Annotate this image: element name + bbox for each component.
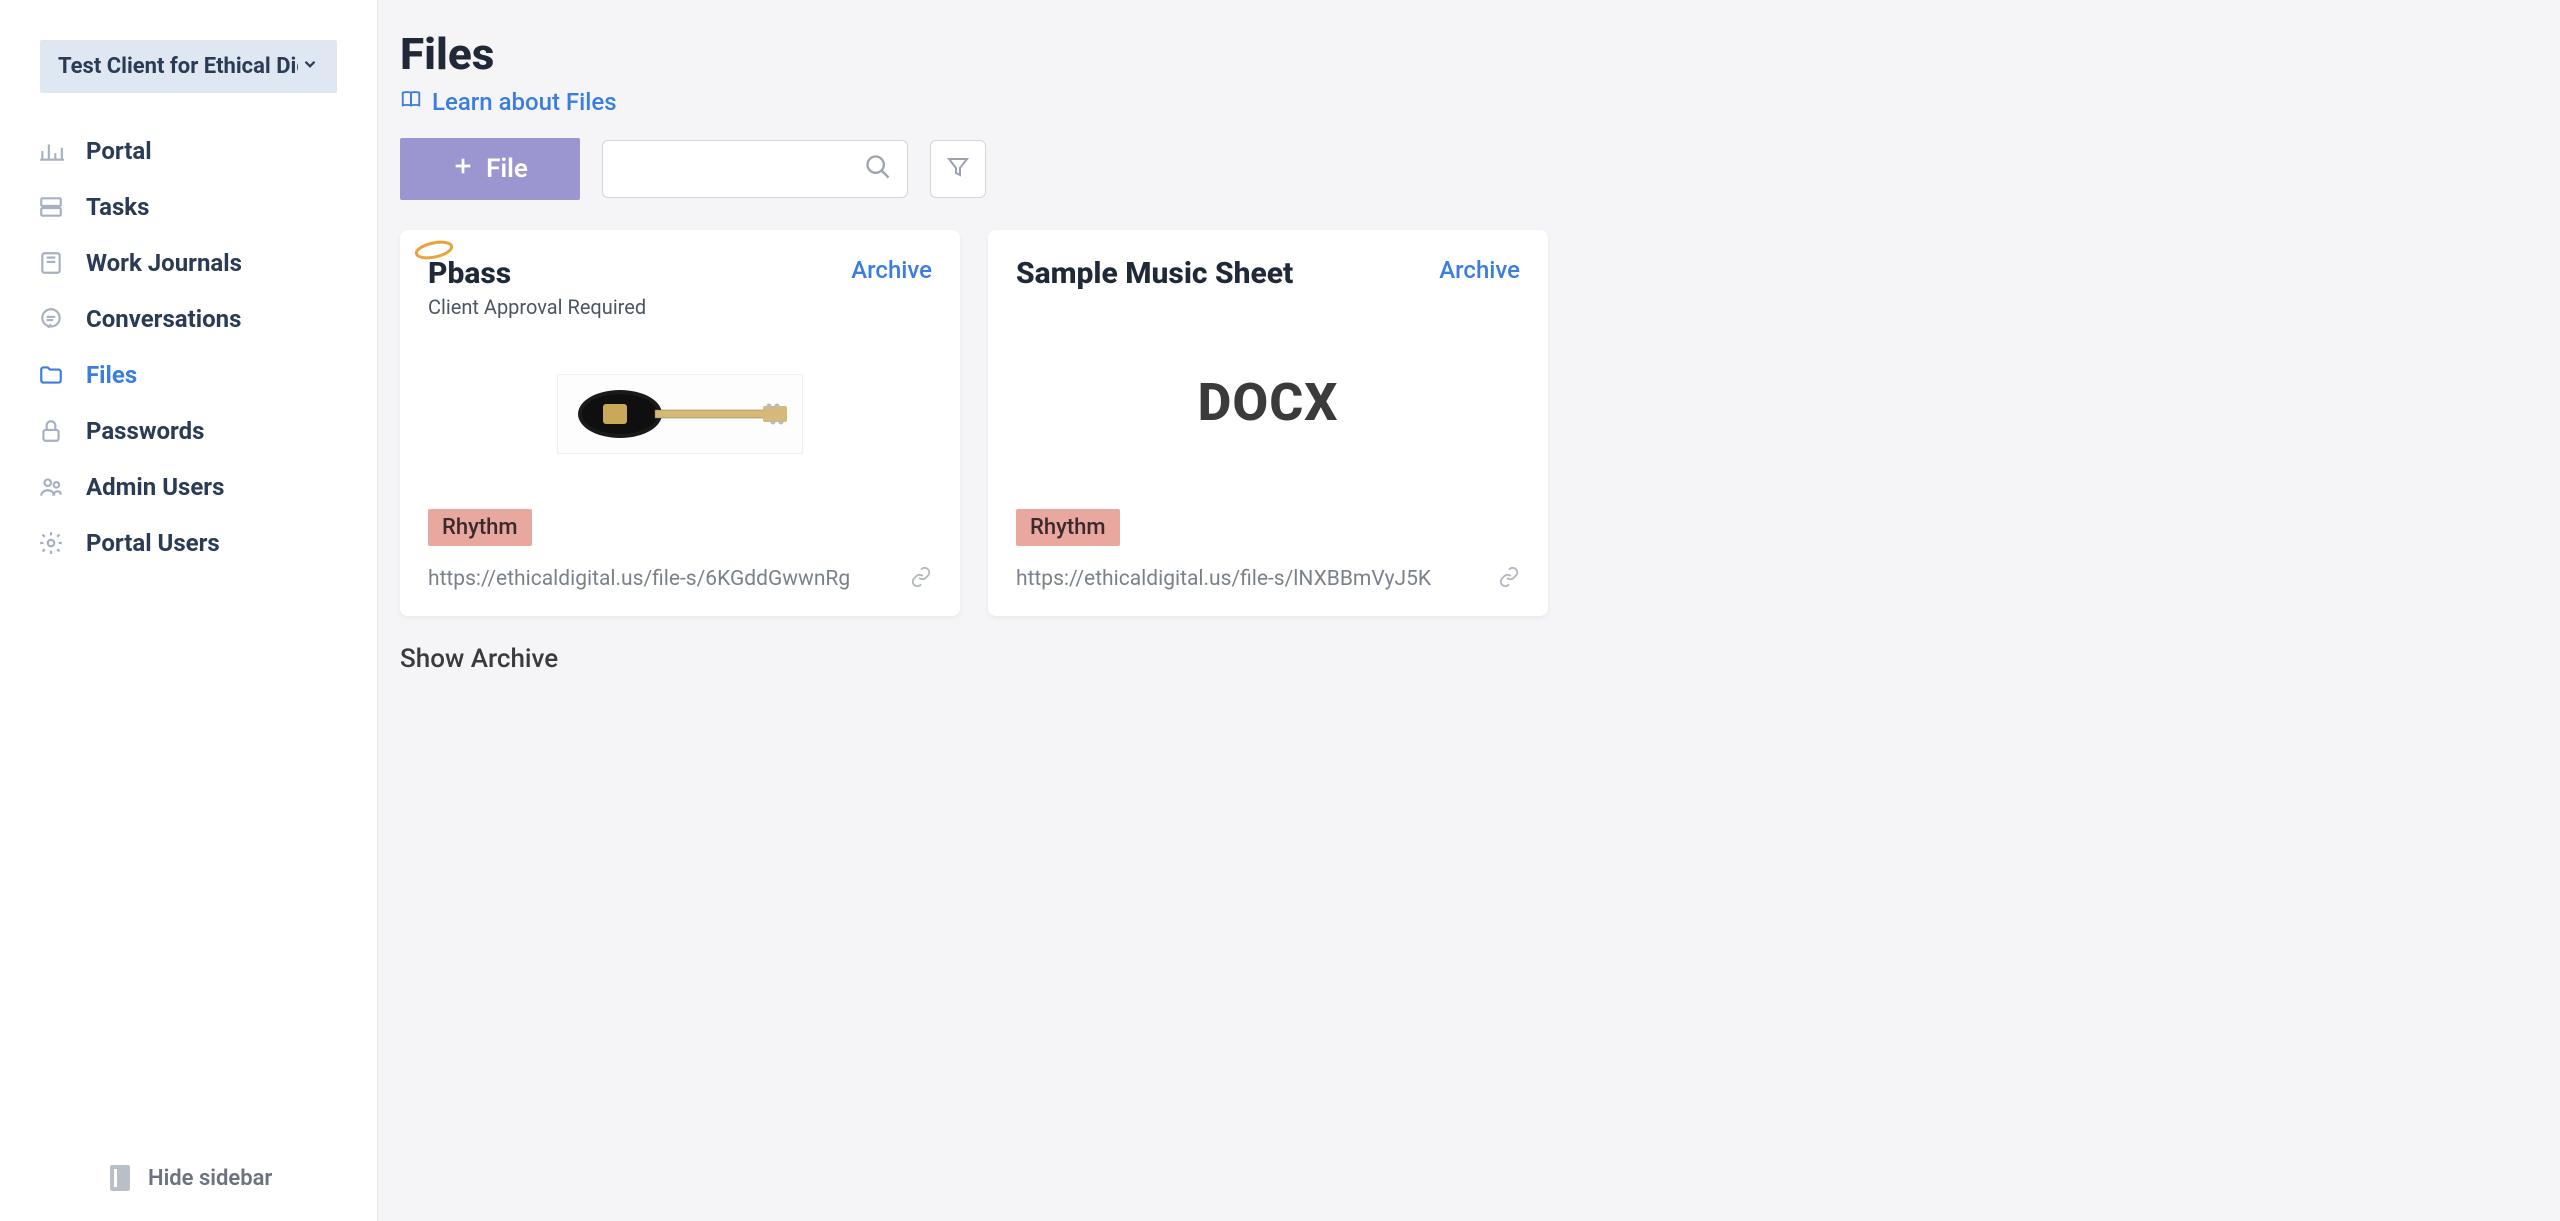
sidebar-item-tasks[interactable]: Tasks (38, 179, 377, 235)
cards-container: Pbass Archive Client Approval Required (400, 230, 2520, 616)
chat-icon (38, 305, 66, 333)
add-file-button[interactable]: File (400, 138, 580, 200)
sidebar-item-label: Files (86, 361, 137, 389)
sidebar: Test Client for Ethical Digit Portal Tas… (0, 0, 378, 1221)
add-file-label: File (486, 154, 528, 184)
url-row: https://ethicaldigital.us/file-s/6KGddGw… (428, 566, 932, 592)
users-icon (38, 473, 66, 501)
hide-sidebar-label: Hide sidebar (148, 1166, 272, 1191)
sidebar-item-label: Admin Users (86, 473, 224, 501)
card-preview: DOCX (1016, 315, 1520, 489)
tag-row: Rhythm (1016, 509, 1520, 546)
sidebar-item-label: Conversations (86, 305, 241, 333)
chevron-down-icon (301, 55, 319, 78)
sidebar-item-portal-users[interactable]: Portal Users (38, 515, 377, 571)
sidebar-item-label: Portal (86, 137, 152, 165)
sidebar-item-label: Portal Users (86, 529, 220, 557)
card-header: Pbass Archive (428, 256, 932, 291)
file-card[interactable]: Sample Music Sheet Archive DOCX Rhythm h… (988, 230, 1548, 616)
page-title: Files (400, 28, 2520, 80)
gear-icon (38, 529, 66, 557)
book-icon (38, 249, 66, 277)
archive-link[interactable]: Archive (851, 256, 932, 284)
learn-link[interactable]: Learn about Files (400, 88, 2520, 116)
plus-icon (452, 154, 474, 184)
tag[interactable]: Rhythm (428, 509, 532, 546)
lock-icon (38, 417, 66, 445)
bass-guitar-image (557, 374, 803, 454)
open-book-icon (400, 88, 422, 116)
tag[interactable]: Rhythm (1016, 509, 1120, 546)
card-header: Sample Music Sheet Archive (1016, 256, 1520, 291)
url-text: https://ethicaldigital.us/file-s/6KGddGw… (428, 567, 850, 591)
folder-icon (38, 361, 66, 389)
sidebar-item-files[interactable]: Files (38, 347, 377, 403)
bar-chart-icon (38, 137, 66, 165)
server-icon (38, 193, 66, 221)
client-selector[interactable]: Test Client for Ethical Digit (40, 40, 337, 93)
filter-icon (946, 155, 970, 183)
search-input[interactable] (602, 140, 908, 198)
sidebar-nav: Portal Tasks Work Journals Conversations… (0, 123, 377, 1147)
panel-left-icon (110, 1165, 130, 1191)
docx-label: DOCX (1198, 372, 1339, 433)
url-row: https://ethicaldigital.us/file-s/lNXBBmV… (1016, 566, 1520, 592)
card-title: Sample Music Sheet (1016, 256, 1293, 291)
halo-icon (412, 238, 456, 266)
search-icon[interactable] (864, 153, 892, 185)
archive-link[interactable]: Archive (1439, 256, 1520, 284)
url-text: https://ethicaldigital.us/file-s/lNXBBmV… (1016, 567, 1431, 591)
sidebar-item-admin-users[interactable]: Admin Users (38, 459, 377, 515)
learn-link-label: Learn about Files (432, 88, 617, 116)
sidebar-item-conversations[interactable]: Conversations (38, 291, 377, 347)
link-icon[interactable] (910, 566, 932, 592)
filter-button[interactable] (930, 140, 986, 198)
sidebar-item-work-journals[interactable]: Work Journals (38, 235, 377, 291)
main-content: Files Learn about Files File (378, 0, 2560, 1221)
card-subtitle: Client Approval Required (428, 295, 932, 319)
sidebar-item-label: Work Journals (86, 249, 242, 277)
card-preview (428, 339, 932, 489)
search-wrapper (602, 140, 908, 198)
hide-sidebar-button[interactable]: Hide sidebar (0, 1147, 377, 1221)
client-selector-label: Test Client for Ethical Digit (58, 54, 298, 79)
sidebar-item-label: Tasks (86, 193, 149, 221)
link-icon[interactable] (1498, 566, 1520, 592)
tag-row: Rhythm (428, 509, 932, 546)
sidebar-item-label: Passwords (86, 417, 204, 445)
sidebar-item-portal[interactable]: Portal (38, 123, 377, 179)
show-archive-link[interactable]: Show Archive (400, 644, 2520, 674)
toolbar: File (400, 138, 2520, 200)
sidebar-item-passwords[interactable]: Passwords (38, 403, 377, 459)
file-card[interactable]: Pbass Archive Client Approval Required (400, 230, 960, 616)
